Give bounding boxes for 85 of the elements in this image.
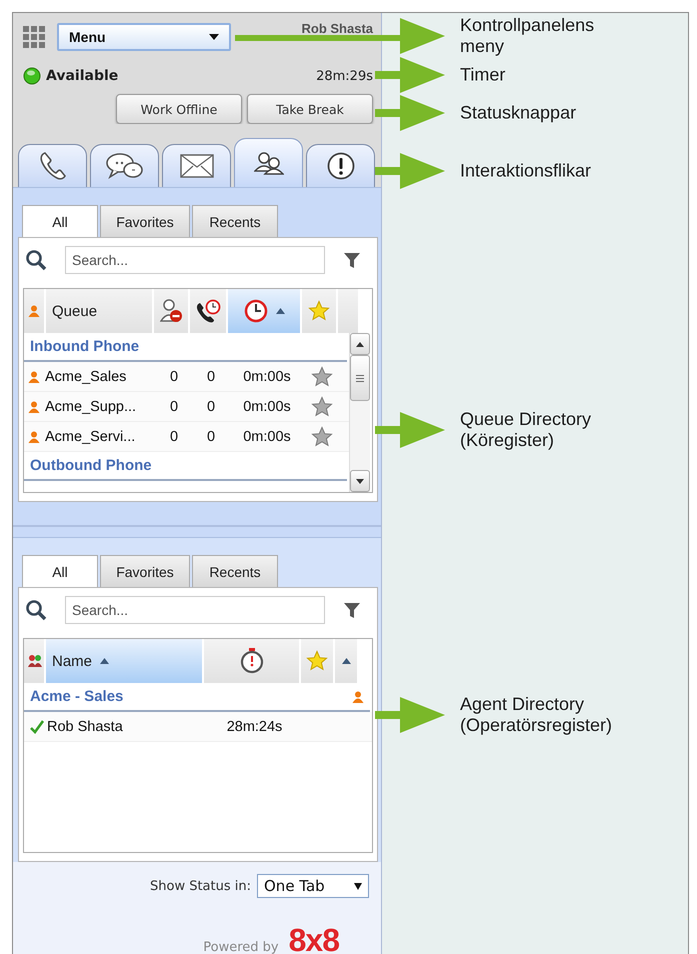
search-icon bbox=[25, 249, 47, 271]
queue-name: Acme_Supp... bbox=[45, 398, 136, 414]
interaction-tab[interactable] bbox=[234, 138, 303, 187]
star-icon[interactable] bbox=[311, 426, 333, 448]
table-cell-text: 0 bbox=[206, 428, 216, 444]
menu-dropdown[interactable]: Menu bbox=[57, 23, 231, 51]
column-header[interactable] bbox=[190, 289, 228, 333]
queue-name: Acme_Sales bbox=[45, 368, 126, 384]
alert-icon bbox=[326, 152, 354, 180]
user-name: Rob Shasta bbox=[301, 21, 373, 36]
column-header[interactable]: Name bbox=[46, 639, 204, 683]
chat-icon bbox=[104, 151, 144, 181]
scroll-bar[interactable] bbox=[349, 333, 370, 492]
search-icon bbox=[25, 599, 47, 621]
interaction-tab[interactable] bbox=[306, 144, 375, 187]
agent-name: Rob Shasta bbox=[47, 718, 123, 734]
person-icon bbox=[352, 690, 364, 702]
filter-icon bbox=[343, 601, 361, 619]
table-cell-text: 0m:00s bbox=[242, 398, 292, 414]
envelope-icon bbox=[180, 154, 214, 178]
caret-icon bbox=[342, 658, 350, 664]
queue-icon bbox=[28, 430, 40, 442]
scroll-down-icon bbox=[356, 478, 364, 484]
column-header[interactable]: Queue bbox=[46, 289, 154, 333]
table-cell-text: 0m:00s bbox=[242, 428, 292, 444]
caret-icon bbox=[276, 308, 284, 314]
filter-tab[interactable]: Favorites bbox=[100, 205, 190, 237]
filter-tab[interactable]: Recents bbox=[192, 555, 278, 587]
clock-icon bbox=[244, 299, 268, 323]
queue-icon bbox=[28, 370, 40, 382]
queue-icon bbox=[28, 400, 40, 412]
table-cell-text: 0 bbox=[206, 368, 216, 384]
filter-tab[interactable]: Recents bbox=[192, 205, 278, 237]
queue-icon bbox=[28, 305, 40, 317]
column-header[interactable] bbox=[204, 639, 301, 683]
table-cell-text: 0 bbox=[168, 368, 180, 384]
logo: 8x8 bbox=[288, 924, 339, 954]
status-button[interactable]: Work Offline bbox=[116, 94, 242, 124]
search-field[interactable]: Search... bbox=[65, 596, 325, 624]
agent-remove-icon bbox=[160, 299, 182, 323]
scroll-up-icon bbox=[356, 342, 364, 346]
caret-icon bbox=[100, 658, 110, 664]
callout-label: Queue Directory (Köregister) bbox=[460, 409, 592, 451]
filter-icon bbox=[343, 251, 361, 269]
table-cell-text: 28m:24s bbox=[226, 718, 284, 734]
star-icon bbox=[308, 300, 330, 322]
stopwatch-icon bbox=[240, 648, 264, 674]
show-status-label: Show Status in: bbox=[150, 878, 251, 894]
filter-tab[interactable]: All bbox=[22, 205, 98, 237]
star-icon bbox=[306, 650, 328, 672]
star-icon[interactable] bbox=[311, 366, 333, 388]
table-cell-text: 0m:00s bbox=[242, 368, 292, 384]
callout-label: Timer bbox=[460, 64, 506, 86]
filter-tab[interactable]: All bbox=[22, 555, 98, 587]
callout-arrow bbox=[375, 411, 445, 449]
grid-icon bbox=[23, 26, 45, 48]
interaction-tab[interactable] bbox=[162, 144, 231, 187]
callout-label: Agent Directory (Operatörsregister) bbox=[460, 694, 612, 736]
group-header: Inbound Phone bbox=[30, 338, 140, 355]
powered-by-label: Powered by bbox=[203, 940, 279, 954]
interaction-tab[interactable] bbox=[90, 144, 159, 187]
filter-tab[interactable]: Favorites bbox=[100, 555, 190, 587]
callout-label: Kontrollpanelens meny bbox=[460, 15, 594, 57]
callout-label: Interaktionsflikar bbox=[460, 160, 592, 182]
search-field[interactable]: Search... bbox=[65, 246, 325, 274]
queue-name: Acme_Servi... bbox=[45, 428, 136, 444]
table-cell-text: 0 bbox=[168, 428, 180, 444]
table-cell-text: 0 bbox=[168, 398, 180, 414]
table-cell-text: 0 bbox=[206, 398, 216, 414]
status-label: Available bbox=[46, 68, 118, 84]
callout-label: Statusknappar bbox=[460, 102, 576, 124]
interaction-tab[interactable] bbox=[18, 144, 87, 187]
show-status-dropdown[interactable]: One Tab bbox=[257, 874, 369, 898]
status-timer: 28m:29s bbox=[316, 68, 373, 84]
callout-arrow bbox=[375, 152, 445, 190]
contacts-icon bbox=[254, 151, 284, 175]
group-icon bbox=[28, 654, 42, 668]
group-header: Acme - Sales bbox=[30, 688, 124, 705]
scroll-up-button[interactable] bbox=[335, 639, 359, 683]
group-header: Outbound Phone bbox=[30, 457, 152, 474]
phone-clock-icon bbox=[195, 299, 221, 323]
callout-arrow bbox=[375, 94, 445, 132]
callout-arrow bbox=[375, 696, 445, 734]
star-icon[interactable] bbox=[311, 396, 333, 418]
status-button[interactable]: Take Break bbox=[247, 94, 373, 124]
